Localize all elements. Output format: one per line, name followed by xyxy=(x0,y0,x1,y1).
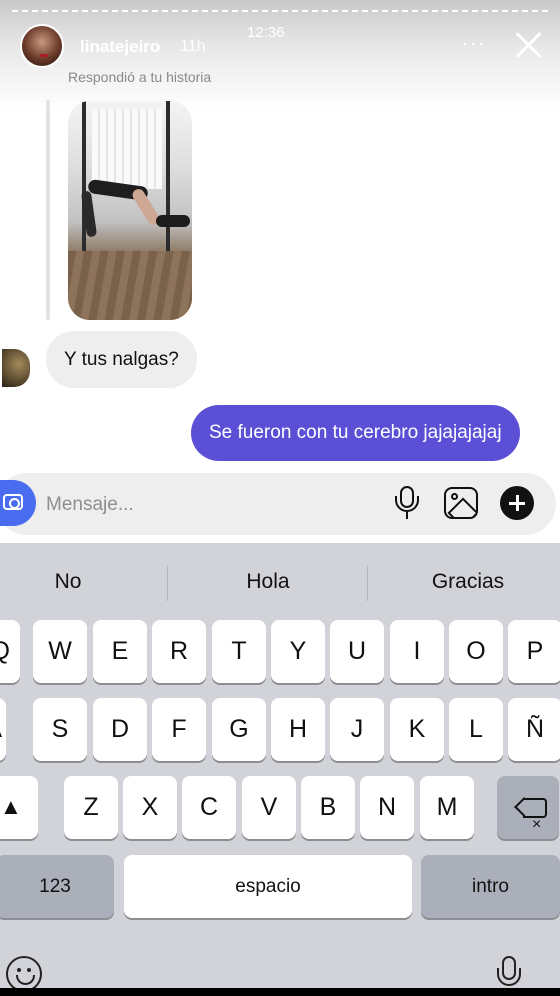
suggestion-hola[interactable]: Hola xyxy=(220,567,316,597)
key-y[interactable]: Y xyxy=(271,620,325,683)
key-l[interactable]: L xyxy=(449,698,503,761)
key-r[interactable]: R xyxy=(152,620,206,683)
key-u[interactable]: U xyxy=(330,620,384,683)
emoji-icon[interactable] xyxy=(6,956,42,992)
suggestion-divider xyxy=(167,565,168,601)
thumb-shape xyxy=(80,190,98,238)
key-d[interactable]: D xyxy=(93,698,147,761)
key-k[interactable]: K xyxy=(390,698,444,761)
key-n[interactable]: N xyxy=(360,776,414,839)
story-progress-bar xyxy=(12,10,548,13)
key-c[interactable]: C xyxy=(182,776,236,839)
suggestion-divider xyxy=(367,565,368,601)
thumb-person xyxy=(72,178,190,239)
microphone-icon[interactable] xyxy=(395,486,419,520)
key-a[interactable]: A xyxy=(0,698,6,761)
avatar-detail xyxy=(40,54,48,57)
status-time: 12:36 xyxy=(247,24,285,41)
sender-avatar[interactable] xyxy=(2,349,30,387)
key-t[interactable]: T xyxy=(212,620,266,683)
replied-to-story-label: Respondió a tu historia xyxy=(68,69,212,85)
camera-icon xyxy=(3,494,23,510)
reply-quote-line xyxy=(46,100,50,320)
close-icon[interactable] xyxy=(512,28,546,62)
key-h[interactable]: H xyxy=(271,698,325,761)
shift-icon: ▲ xyxy=(0,794,22,819)
key-w[interactable]: W xyxy=(33,620,87,683)
gallery-icon[interactable] xyxy=(444,487,478,519)
story-thumbnail[interactable] xyxy=(68,101,192,320)
key-m[interactable]: M xyxy=(420,776,474,839)
key-g[interactable]: G xyxy=(212,698,266,761)
key-enye[interactable]: Ñ xyxy=(508,698,560,761)
key-z[interactable]: Z xyxy=(64,776,118,839)
key-v[interactable]: V xyxy=(242,776,296,839)
gallery-sun xyxy=(451,493,458,500)
gallery-mountain xyxy=(447,497,476,517)
add-icon[interactable] xyxy=(500,486,534,520)
return-key[interactable]: intro xyxy=(421,855,560,918)
key-f[interactable]: F xyxy=(152,698,206,761)
numbers-key[interactable]: 123 xyxy=(0,855,114,918)
key-p[interactable]: P xyxy=(508,620,560,683)
key-i[interactable]: I xyxy=(390,620,444,683)
dictation-cup xyxy=(497,968,521,986)
bottom-edge xyxy=(0,988,560,996)
profile-avatar[interactable] xyxy=(20,24,64,68)
shift-key[interactable]: ▲ xyxy=(0,776,38,839)
thumb-floor xyxy=(68,251,192,320)
key-o[interactable]: O xyxy=(449,620,503,683)
key-q[interactable]: Q xyxy=(0,620,20,683)
backspace-key[interactable]: × xyxy=(497,776,559,839)
keyboard xyxy=(0,543,560,996)
mic-cup xyxy=(395,496,419,512)
key-s[interactable]: S xyxy=(33,698,87,761)
key-b[interactable]: B xyxy=(301,776,355,839)
incoming-message[interactable]: Y tus nalgas? xyxy=(46,331,197,388)
outgoing-message[interactable]: Se fueron con tu cerebro jajajajajaj xyxy=(191,405,520,461)
backspace-icon: × xyxy=(514,797,547,833)
suggestion-gracias[interactable]: Gracias xyxy=(418,567,518,597)
suggestion-no[interactable]: No xyxy=(20,567,116,597)
key-j[interactable]: J xyxy=(330,698,384,761)
post-age: 11h xyxy=(180,38,206,55)
key-e[interactable]: E xyxy=(93,620,147,683)
dm-screen: linatejeiro 11h 12:36 ··· Respondió a tu… xyxy=(0,0,560,996)
more-options-icon[interactable]: ··· xyxy=(461,30,486,56)
backspace-x: × xyxy=(532,816,542,833)
thumb-window xyxy=(92,109,162,189)
key-x[interactable]: X xyxy=(123,776,177,839)
username[interactable]: linatejeiro xyxy=(80,37,160,57)
space-key[interactable]: espacio xyxy=(124,855,412,918)
message-input[interactable] xyxy=(40,486,370,524)
mic-stem xyxy=(406,512,408,519)
thumb-shape xyxy=(156,215,190,227)
